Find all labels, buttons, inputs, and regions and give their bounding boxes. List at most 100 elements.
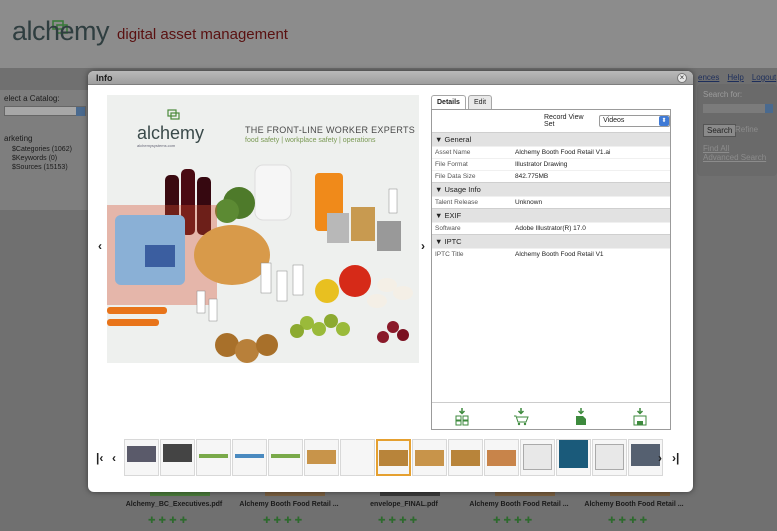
asset-grid-row: Alchemy_BC_Executives.pdf ✚✚✚✚ Alchemy B…: [120, 492, 690, 531]
dropdown-arrow-icon[interactable]: [765, 104, 773, 113]
detail-row: Software Adobe Illustrator(R) 17.0: [432, 222, 670, 234]
asset-title: envelope_FINAL.pdf: [370, 501, 438, 508]
detail-value: Illustrator Drawing: [515, 161, 568, 168]
thumbnail-selected[interactable]: [376, 439, 411, 476]
logo-text: alchemy: [12, 16, 110, 46]
advanced-search-link[interactable]: Advanced Search: [703, 153, 766, 162]
next-page-icon[interactable]: ›: [658, 451, 662, 465]
section-label: General: [444, 135, 472, 144]
info-dialog: Info × ‹ alchemy alchemysystems.com THE …: [88, 71, 693, 492]
asset-thumb: [265, 492, 325, 496]
asset-thumb: [380, 492, 440, 496]
catalog-panel: elect a Catalog: arketing $Categories (1…: [0, 90, 88, 210]
refine-link[interactable]: Refine: [735, 125, 758, 134]
detail-value: 842.775MB: [515, 173, 549, 180]
catalog-item[interactable]: $Sources (15153): [12, 163, 72, 172]
thumbnail[interactable]: [232, 439, 267, 476]
thumbnail[interactable]: [484, 439, 519, 476]
dialog-titlebar[interactable]: Info ×: [88, 71, 693, 85]
thumbnail[interactable]: [520, 439, 555, 476]
detail-key: File Format: [435, 161, 468, 168]
search-input[interactable]: [703, 104, 773, 113]
thumbnail-strip: |‹ ‹ › ›|: [88, 439, 693, 483]
previous-asset-arrow-icon[interactable]: ‹: [98, 239, 102, 253]
catalog-item[interactable]: $Keywords (0): [12, 154, 72, 163]
detail-row: File Format Illustrator Drawing: [432, 158, 670, 170]
help-link[interactable]: Help: [727, 73, 743, 82]
asset-title: Alchemy Booth Food Retail ...: [469, 501, 569, 508]
search-button[interactable]: Search: [703, 124, 737, 137]
record-view-select[interactable]: Videos ⬍: [599, 115, 670, 127]
close-icon[interactable]: ×: [677, 73, 687, 83]
asset-card[interactable]: envelope_FINAL.pdf ✚✚✚✚: [350, 492, 458, 531]
thumbnail[interactable]: [160, 439, 195, 476]
asset-preview-image: alchemy alchemysystems.com THE FRONT-LIN…: [107, 95, 419, 363]
thumbnail[interactable]: [340, 439, 375, 476]
section-label: IPTC: [444, 237, 462, 246]
detail-row: IPTC Title Alchemy Booth Food Retail V1: [432, 248, 670, 260]
search-title: Search for:: [703, 90, 743, 99]
asset-actions-bar: [432, 402, 670, 430]
find-all-link[interactable]: Find All: [703, 144, 729, 153]
asset-title: Alchemy_BC_Executives.pdf: [125, 501, 223, 508]
next-asset-arrow-icon[interactable]: ›: [421, 239, 425, 253]
asset-actions: ✚✚✚✚: [263, 515, 306, 525]
logo-subtitle: digital asset management: [117, 26, 288, 43]
dropdown-arrow-icon[interactable]: [76, 107, 85, 116]
asset-title: Alchemy Booth Food Retail ...: [239, 501, 339, 508]
asset-thumb: [610, 492, 670, 496]
thumbnail[interactable]: [196, 439, 231, 476]
preview-logo-text: alchemy: [137, 123, 205, 143]
section-label: Usage Info: [444, 185, 481, 194]
previous-page-icon[interactable]: ‹: [112, 451, 116, 465]
thumbnail[interactable]: [448, 439, 483, 476]
detail-key: Talent Release: [435, 199, 478, 206]
add-to-cart-icon[interactable]: [513, 407, 529, 426]
section-iptc[interactable]: ▼ IPTC: [432, 234, 670, 248]
catalog-select[interactable]: [4, 106, 86, 116]
asset-card[interactable]: Alchemy_BC_Executives.pdf ✚✚✚✚: [120, 492, 228, 531]
thumbnail[interactable]: [124, 439, 159, 476]
select-arrows-icon[interactable]: ⬍: [659, 116, 669, 126]
last-page-icon[interactable]: ›|: [672, 451, 679, 465]
info-panel: Details Edit Record View Set Videos ⬍ ▼ …: [431, 95, 671, 430]
asset-actions: ✚✚✚✚: [608, 515, 651, 525]
download-icon[interactable]: [573, 407, 589, 426]
section-general[interactable]: ▼ General: [432, 132, 670, 146]
asset-actions: ✚✚✚✚: [493, 515, 536, 525]
detail-value: Alchemy Booth Food Retail V1.ai: [515, 149, 611, 156]
thumbnail[interactable]: [412, 439, 447, 476]
tab-edit[interactable]: Edit: [467, 95, 493, 109]
asset-card[interactable]: Alchemy Booth Food Retail ... ✚✚✚✚: [235, 492, 343, 531]
detail-value: Unknown: [515, 199, 543, 206]
catalog-item[interactable]: $Categories (1062): [12, 145, 72, 154]
detail-value: Alchemy Booth Food Retail V1: [515, 251, 604, 258]
asset-card[interactable]: Alchemy Booth Food Retail ... ✚✚✚✚: [465, 492, 573, 531]
detail-row: Talent Release Unknown: [432, 196, 670, 208]
asset-card[interactable]: Alchemy Booth Food Retail ... ✚✚✚✚: [580, 492, 688, 531]
detail-row: Asset Name Alchemy Booth Food Retail V1.a…: [432, 146, 670, 158]
section-exif[interactable]: ▼ EXIF: [432, 208, 670, 222]
asset-title: Alchemy Booth Food Retail ...: [584, 501, 684, 508]
thumbnail[interactable]: [268, 439, 303, 476]
app-header: alchemy digital asset management: [0, 0, 777, 68]
detail-value: Adobe Illustrator(R) 17.0: [515, 225, 586, 232]
detail-row: File Data Size 842.775MB: [432, 170, 670, 182]
preferences-link[interactable]: ences: [698, 73, 719, 82]
detail-key: File Data Size: [435, 173, 476, 180]
detail-key: Software: [435, 225, 461, 232]
add-to-lightbox-icon[interactable]: [454, 407, 470, 426]
info-tabs: Details Edit: [431, 95, 493, 109]
first-page-icon[interactable]: |‹: [96, 451, 103, 465]
tab-details[interactable]: Details: [431, 95, 466, 109]
preview-headline: THE FRONT-LINE WORKER EXPERTS: [245, 125, 416, 135]
logout-link[interactable]: Logout: [752, 73, 776, 82]
section-usage-info[interactable]: ▼ Usage Info: [432, 182, 670, 196]
section-label: EXIF: [444, 211, 462, 220]
thumbnail[interactable]: [592, 439, 627, 476]
app-logo: alchemy digital asset management: [12, 16, 288, 47]
search-panel: Search for: Search Refine Find All Advan…: [697, 84, 777, 176]
save-icon[interactable]: [632, 407, 648, 426]
thumbnail[interactable]: [556, 439, 591, 476]
thumbnail[interactable]: [304, 439, 339, 476]
